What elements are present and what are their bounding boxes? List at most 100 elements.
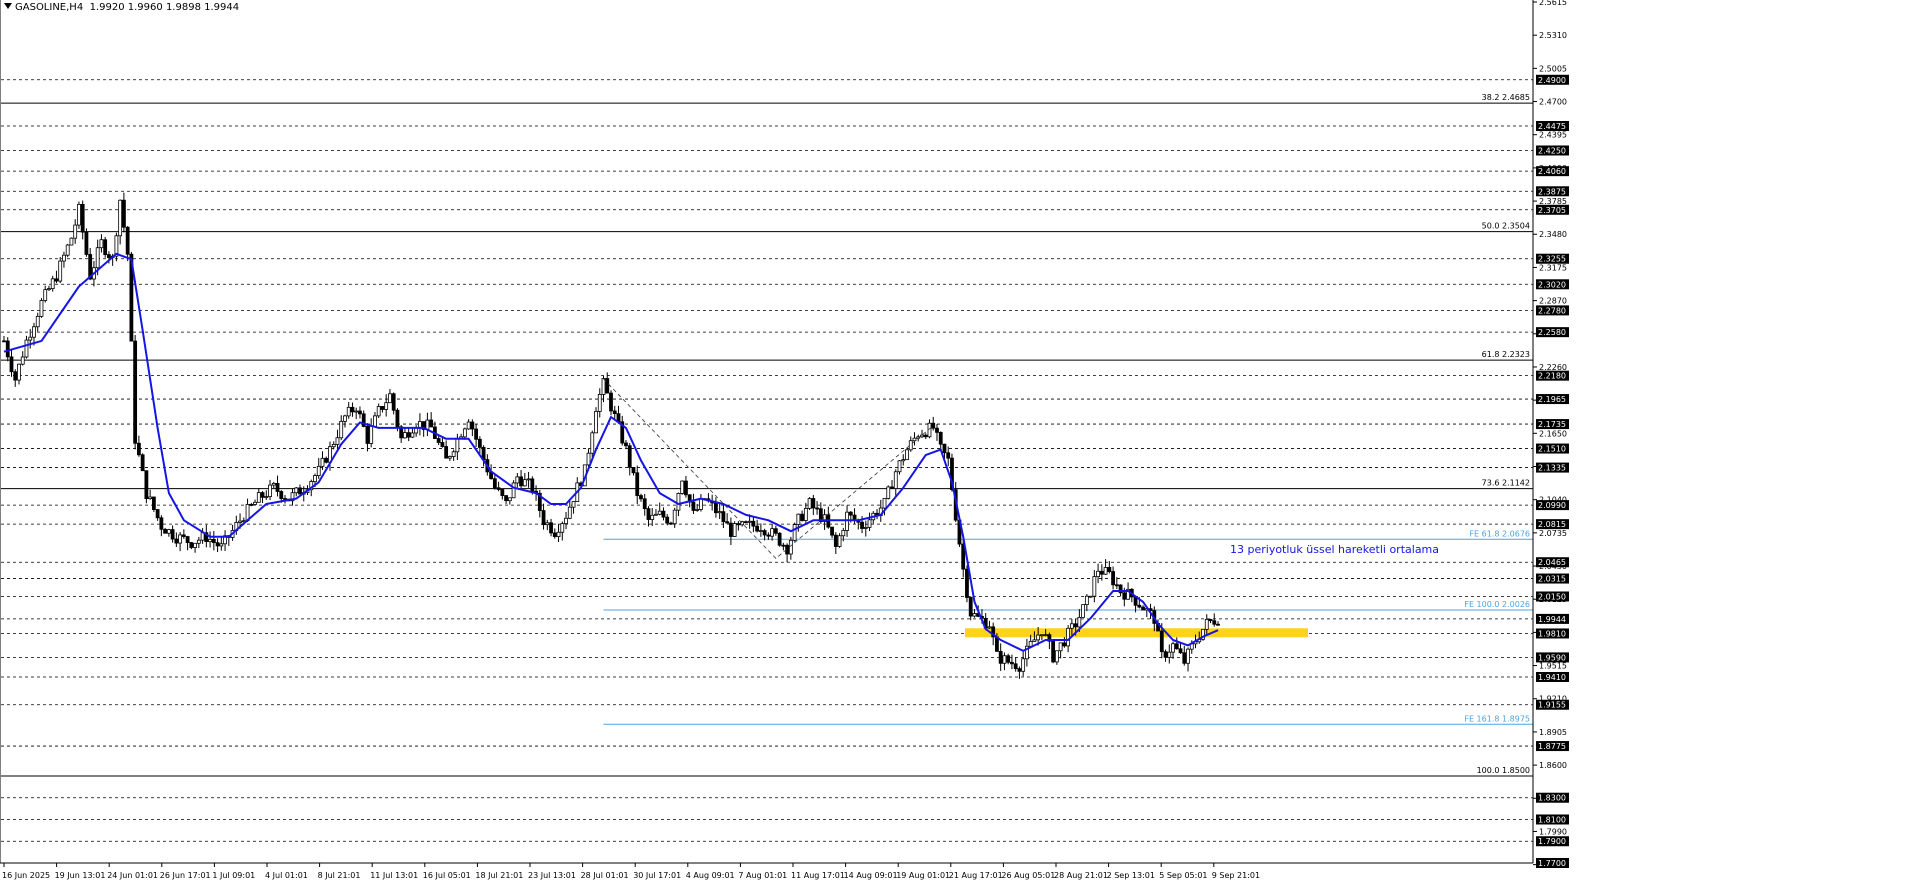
candle-body xyxy=(324,457,329,463)
candle-body xyxy=(80,203,85,233)
candle-body xyxy=(384,402,389,410)
x-tick-label: 16 Jun 2025 xyxy=(2,871,50,880)
candle-body xyxy=(1137,604,1142,608)
candle-body xyxy=(545,522,550,526)
candle-body xyxy=(1163,651,1168,658)
candle-body xyxy=(1114,584,1119,587)
candle-body xyxy=(1159,630,1164,653)
candle-body xyxy=(73,224,78,239)
y-tick-label: 2.1650 xyxy=(1539,429,1567,438)
candle-body xyxy=(755,525,760,532)
dropdown-triangle-icon[interactable] xyxy=(4,3,12,9)
candle-body xyxy=(965,568,969,598)
candle-body xyxy=(43,289,48,301)
candle-body xyxy=(275,482,280,492)
level-price-label: 2.2580 xyxy=(1538,328,1566,337)
candle-body xyxy=(833,534,838,547)
candle-body xyxy=(672,509,677,525)
level-price-label: 2.3020 xyxy=(1538,280,1566,289)
candle-body xyxy=(635,472,640,496)
candle-body xyxy=(444,446,449,459)
level-price-label: 1.9944 xyxy=(1538,615,1566,624)
candle-body xyxy=(837,535,842,547)
level-price-label: 2.0465 xyxy=(1538,558,1566,567)
candle-body xyxy=(2,340,6,343)
candle-body xyxy=(1182,652,1187,664)
candle-body xyxy=(923,434,928,438)
candle-body xyxy=(770,528,775,537)
candle-body xyxy=(256,492,261,503)
candle-body xyxy=(1021,658,1026,672)
candle-body xyxy=(99,239,104,249)
level-price-label: 2.2780 xyxy=(1538,306,1566,315)
candle-body xyxy=(455,437,460,453)
candle-body xyxy=(1103,567,1108,575)
fib-level-label: 61.8 2.2323 xyxy=(1482,350,1530,359)
candle-body xyxy=(1036,634,1041,641)
candle-body xyxy=(136,442,141,456)
candle-body xyxy=(354,410,359,413)
candle-body xyxy=(1107,567,1112,572)
candle-body xyxy=(800,513,804,521)
y-tick-label: 1.7990 xyxy=(1539,827,1567,836)
candle-body xyxy=(552,532,557,537)
candle-body xyxy=(848,511,853,516)
candle-body xyxy=(657,510,662,515)
candle-body xyxy=(564,517,568,525)
candle-body xyxy=(196,539,201,544)
candle-body xyxy=(1051,640,1056,663)
candle-body xyxy=(890,486,894,489)
candle-body xyxy=(1111,571,1115,586)
candle-body xyxy=(642,498,647,510)
candle-body xyxy=(654,513,658,516)
candle-body xyxy=(792,524,797,541)
candle-body xyxy=(1178,648,1183,654)
chart-header: GASOLINE,H4 1.9920 1.9960 1.9898 1.9944 xyxy=(4,2,239,13)
candle-body xyxy=(140,454,145,472)
level-price-label: 1.7700 xyxy=(1538,859,1566,868)
candle-body xyxy=(24,339,29,358)
chart-background xyxy=(0,0,1916,888)
candle-body xyxy=(155,509,160,519)
candle-body xyxy=(189,542,194,548)
x-tick-label: 19 Jun 13:01 xyxy=(55,871,106,880)
candle-body xyxy=(605,378,610,394)
y-tick-label: 1.8600 xyxy=(1539,761,1567,770)
candle-body xyxy=(1084,595,1089,606)
fib-level-label: 38.2 2.4685 xyxy=(1482,93,1530,102)
candle-body xyxy=(1167,651,1172,658)
candle-body xyxy=(669,522,673,525)
candle-body xyxy=(612,410,617,415)
level-price-label: 2.4900 xyxy=(1538,76,1566,85)
candle-body xyxy=(695,509,700,511)
candle-body xyxy=(743,521,748,524)
price-chart[interactable]: 2.56152.53102.50052.47002.43952.40902.37… xyxy=(0,0,1916,888)
x-tick-label: 16 Jul 05:01 xyxy=(423,871,471,880)
candle-body xyxy=(163,528,168,534)
candle-body xyxy=(1171,643,1175,653)
support-zone[interactable] xyxy=(965,628,1308,638)
candle-body xyxy=(211,538,216,544)
y-tick-label: 2.5310 xyxy=(1539,31,1567,40)
candle-body xyxy=(714,502,718,514)
candle-body xyxy=(762,530,767,536)
candle-body xyxy=(571,501,576,508)
x-tick-label: 24 Jun 01:01 xyxy=(107,871,158,880)
candle-body xyxy=(331,443,336,448)
candle-body xyxy=(968,597,973,617)
ohlc-open: 1.9920 xyxy=(89,2,125,13)
candle-body xyxy=(122,199,126,228)
y-tick-label: 1.8905 xyxy=(1539,728,1567,737)
candle-body xyxy=(429,419,434,428)
candle-body xyxy=(294,487,299,494)
candle-body xyxy=(185,536,190,543)
candle-body xyxy=(39,300,44,317)
candle-body xyxy=(462,428,467,438)
candle-body xyxy=(935,427,939,433)
fe-level-label: FE 61.8 2.0676 xyxy=(1469,529,1530,538)
x-tick-label: 14 Aug 09:01 xyxy=(844,871,898,880)
candle-body xyxy=(1002,655,1007,664)
candle-body xyxy=(920,434,924,438)
x-tick-label: 11 Jul 13:01 xyxy=(370,871,418,880)
candle-body xyxy=(691,501,696,511)
